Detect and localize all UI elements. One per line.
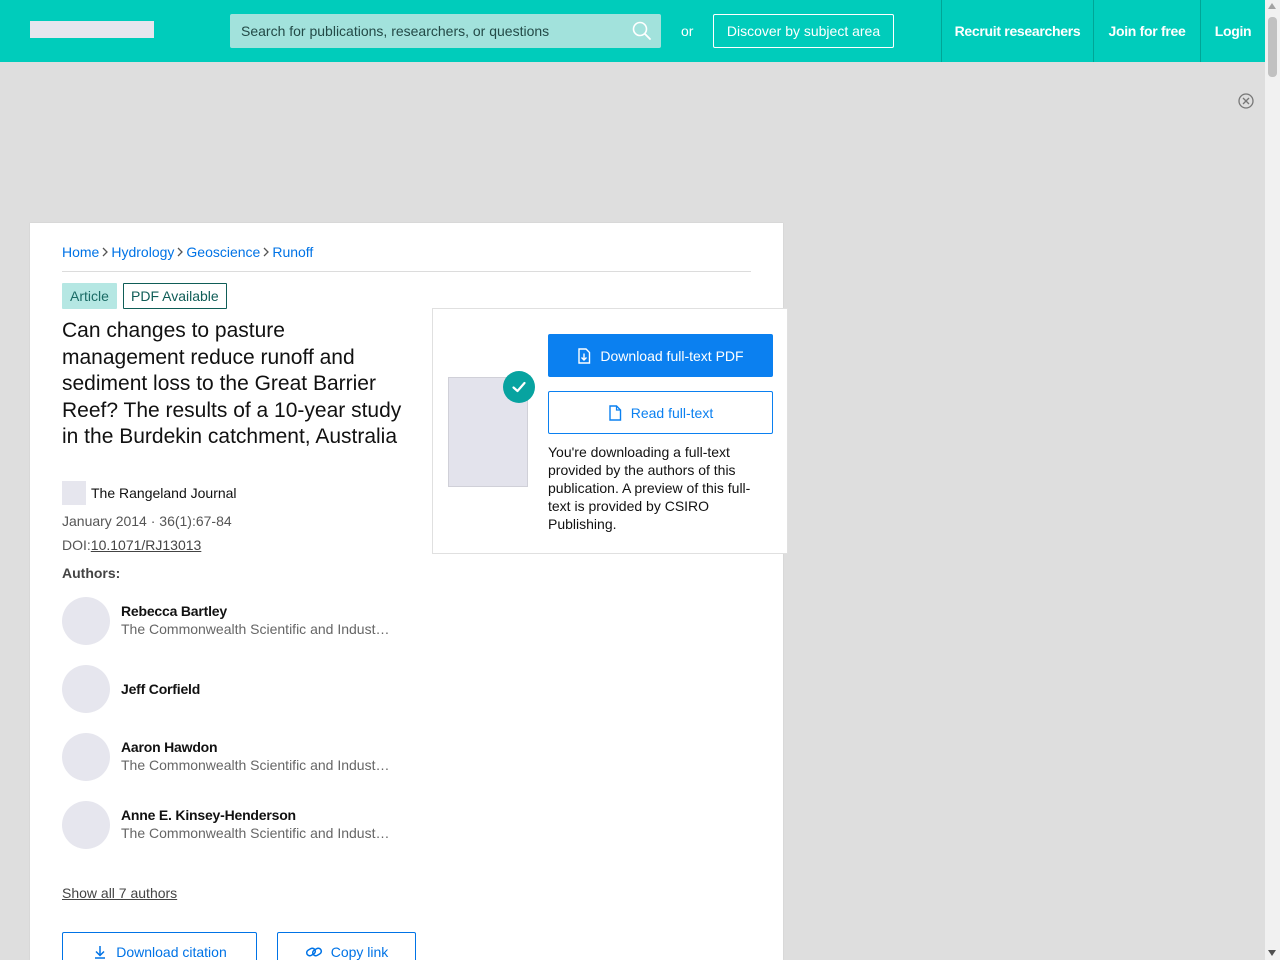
scroll-up-arrow-icon[interactable] — [1268, 3, 1276, 9]
doi-row: DOI:10.1071/RJ13013 — [62, 537, 201, 553]
author-affiliation: The Commonwealth Scientific and Industri… — [121, 621, 393, 637]
download-citation-button[interactable]: Download citation — [62, 932, 257, 960]
search-icon[interactable] — [631, 20, 653, 42]
download-pdf-label: Download full-text PDF — [600, 347, 744, 364]
or-separator: or — [681, 23, 694, 39]
avatar[interactable] — [62, 801, 110, 849]
breadcrumb: Home Hydrology Geoscience Runoff — [62, 244, 313, 260]
search-box — [230, 14, 661, 48]
author-name[interactable]: Aaron Hawdon — [121, 739, 218, 755]
author-name[interactable]: Rebecca Bartley — [121, 603, 227, 619]
chevron-right-icon — [177, 247, 184, 257]
show-all-authors-link[interactable]: Show all 7 authors — [62, 885, 177, 901]
copy-link-label: Copy link — [330, 944, 389, 960]
read-full-text-button[interactable]: Read full-text — [548, 391, 773, 434]
download-icon — [95, 946, 106, 959]
close-ad-icon[interactable] — [1237, 92, 1255, 110]
author-name[interactable]: Jeff Corfield — [121, 681, 200, 697]
discover-by-subject-button[interactable]: Discover by subject area — [713, 14, 894, 48]
journal-thumbnail — [62, 481, 86, 505]
pdf-available-badge: PDF Available — [123, 283, 227, 309]
breadcrumb-hydrology[interactable]: Hydrology — [111, 244, 174, 260]
search-input[interactable] — [230, 14, 661, 48]
doi-link[interactable]: 10.1071/RJ13013 — [91, 537, 202, 553]
chevron-right-icon — [102, 247, 109, 257]
author-name[interactable]: Anne E. Kinsey-Henderson — [121, 807, 296, 823]
nav-recruit-researchers[interactable]: Recruit researchers — [941, 0, 1093, 62]
journal-row[interactable]: The Rangeland Journal — [62, 481, 237, 505]
author-affiliation: The Commonwealth Scientific and Industri… — [121, 757, 393, 773]
download-citation-label: Download citation — [116, 944, 227, 960]
site-logo[interactable] — [30, 21, 154, 38]
breadcrumb-runoff[interactable]: Runoff — [272, 244, 313, 260]
checkmark-icon — [503, 371, 535, 403]
doi-label: DOI: — [62, 537, 91, 553]
author-item[interactable]: Aaron Hawdon The Commonwealth Scientific… — [62, 733, 402, 781]
full-text-download-panel: Download full-text PDF Read full-text Yo… — [432, 308, 788, 554]
read-full-text-label: Read full-text — [630, 404, 714, 421]
author-affiliation: The Commonwealth Scientific and Industri… — [121, 825, 393, 841]
breadcrumb-divider — [62, 271, 751, 272]
link-icon — [305, 947, 322, 957]
scroll-down-arrow-icon[interactable] — [1268, 950, 1276, 956]
copy-link-button[interactable]: Copy link — [277, 932, 416, 960]
author-item[interactable]: Jeff Corfield — [62, 665, 402, 713]
publication-title: Can changes to pasture management reduce… — [62, 319, 402, 448]
download-full-text-pdf-button[interactable]: Download full-text PDF — [548, 334, 773, 377]
page-scrollbar[interactable] — [1265, 0, 1280, 960]
avatar[interactable] — [62, 597, 110, 645]
file-download-icon — [578, 347, 591, 364]
avatar[interactable] — [62, 665, 110, 713]
download-note: You're downloading a full-text provided … — [548, 444, 751, 532]
nav-login[interactable]: Login — [1200, 0, 1265, 62]
breadcrumb-geoscience[interactable]: Geoscience — [186, 244, 260, 260]
author-item[interactable]: Rebecca Bartley The Commonwealth Scienti… — [62, 597, 402, 645]
journal-name[interactable]: The Rangeland Journal — [91, 485, 237, 501]
chevron-right-icon — [263, 247, 270, 257]
publication-date: January 2014 · 36(1):67-84 — [62, 513, 232, 529]
article-type-badge: Article — [62, 283, 117, 309]
avatar[interactable] — [62, 733, 110, 781]
file-icon — [609, 404, 621, 421]
scroll-thumb[interactable] — [1268, 17, 1277, 77]
authors-heading: Authors: — [62, 565, 121, 581]
breadcrumb-home[interactable]: Home — [62, 244, 99, 260]
top-navigation-bar: or Discover by subject area Recruit rese… — [0, 0, 1265, 62]
author-item[interactable]: Anne E. Kinsey-Henderson The Commonwealt… — [62, 801, 402, 849]
nav-join-for-free[interactable]: Join for free — [1093, 0, 1200, 62]
